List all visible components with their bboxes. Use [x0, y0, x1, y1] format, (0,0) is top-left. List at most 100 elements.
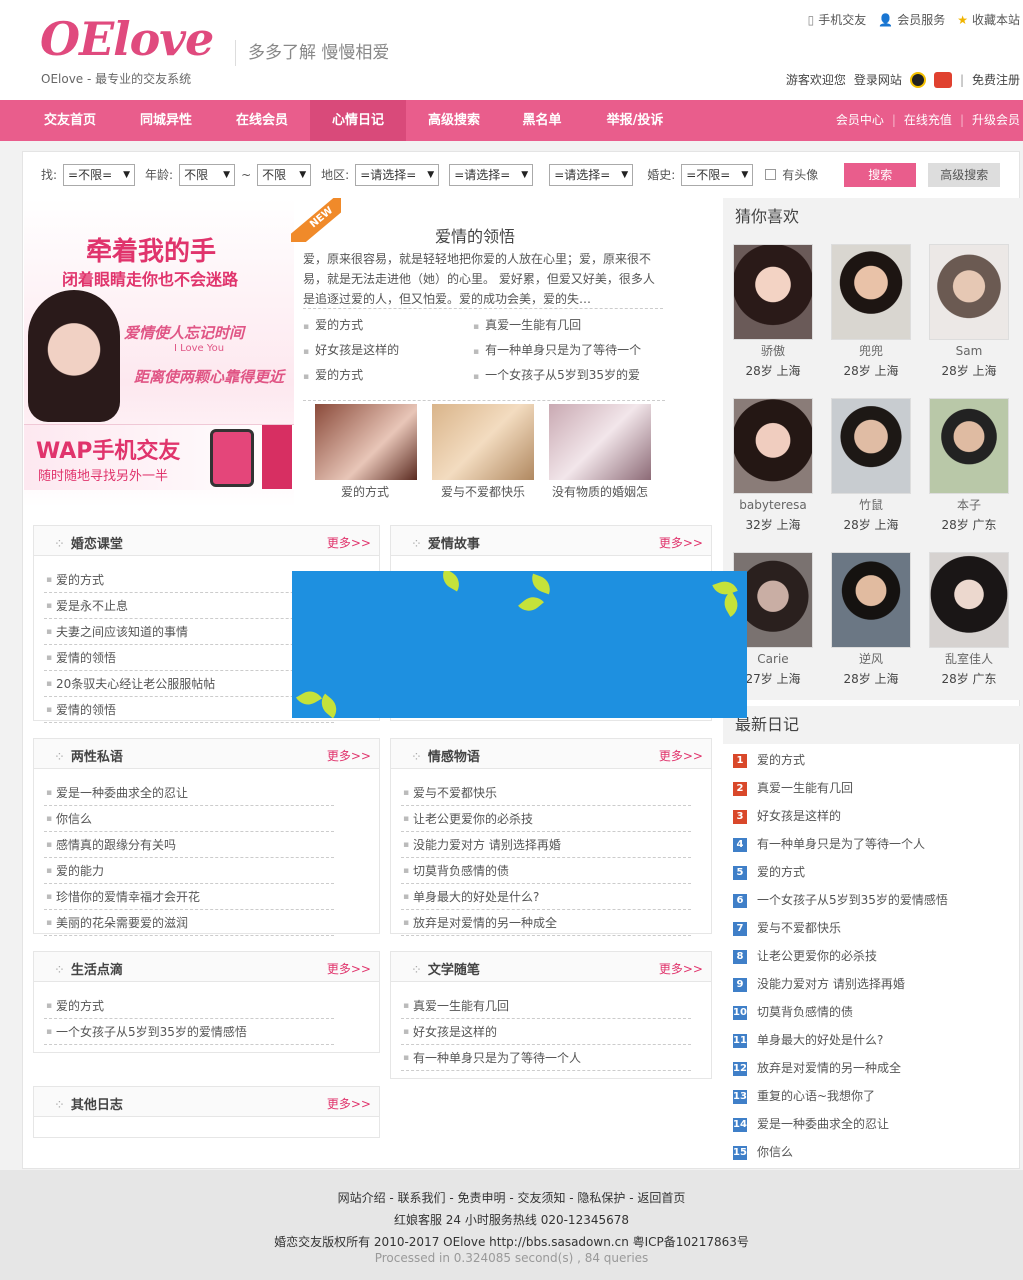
- list-item[interactable]: 爱与不爱都快乐: [401, 780, 691, 806]
- diary-title[interactable]: 爱的方式: [757, 865, 805, 879]
- avatar[interactable]: [733, 398, 813, 494]
- age-to-select[interactable]: 不限 ▼: [257, 163, 312, 186]
- avatar[interactable]: [733, 244, 813, 340]
- diary-title[interactable]: 你信么: [757, 1145, 793, 1159]
- list-item[interactable]: 放弃是对爱情的另一种成全: [401, 910, 691, 936]
- site-logo[interactable]: OElove: [40, 12, 214, 66]
- avatar[interactable]: [929, 398, 1009, 494]
- nav-advanced-search[interactable]: 高级搜索: [406, 100, 502, 141]
- nav-diary[interactable]: 心情日记: [310, 100, 406, 141]
- user-card[interactable]: babyteresa 32岁 上海: [729, 398, 817, 533]
- nav-blacklist[interactable]: 黑名单: [502, 100, 582, 141]
- avatar[interactable]: [831, 398, 911, 494]
- diary-item[interactable]: 12 放弃是对爱情的另一种成全: [733, 1054, 1013, 1082]
- member-service-link[interactable]: 👤 会员服务: [878, 11, 945, 28]
- thumb-caption[interactable]: 爱与不爱都快乐: [423, 483, 543, 500]
- diary-title[interactable]: 爱的方式: [757, 753, 805, 767]
- more-link[interactable]: 更多>>: [327, 960, 371, 977]
- list-item[interactable]: 爱的方式: [303, 366, 363, 383]
- list-item[interactable]: 让老公更爱你的必杀技: [401, 806, 691, 832]
- list-item[interactable]: 一个女孩子从5岁到35岁的爱: [473, 366, 640, 383]
- user-card[interactable]: 本子 28岁 广东: [925, 398, 1013, 533]
- user-card[interactable]: 乱室佳人 28岁 广东: [925, 552, 1013, 687]
- province-select[interactable]: =请选择= ▼: [355, 163, 440, 186]
- user-card[interactable]: 逆风 28岁 上海: [827, 552, 915, 687]
- avatar[interactable]: [929, 552, 1009, 648]
- user-name[interactable]: 本子: [925, 498, 1013, 512]
- thumb-caption[interactable]: 爱的方式: [305, 483, 425, 500]
- diary-title[interactable]: 切莫背负感情的债: [757, 1005, 853, 1019]
- list-item[interactable]: 爱是永不止息: [44, 593, 334, 619]
- avatar[interactable]: [929, 244, 1009, 340]
- user-card[interactable]: Sam 28岁 上海: [925, 244, 1013, 379]
- diary-item[interactable]: 5 爱的方式: [733, 858, 1013, 886]
- mobile-link[interactable]: ▯ 手机交友: [808, 11, 867, 28]
- thumb-image[interactable]: [432, 404, 534, 480]
- list-item[interactable]: 爱情的领悟: [44, 697, 334, 723]
- list-item[interactable]: 爱的方式: [44, 567, 334, 593]
- advanced-search-button[interactable]: 高级搜索: [928, 162, 1001, 187]
- city-select[interactable]: =请选择= ▼: [449, 163, 534, 186]
- list-item[interactable]: 你信么: [44, 806, 334, 832]
- list-item[interactable]: 爱的能力: [44, 858, 334, 884]
- diary-item[interactable]: 3 好女孩是这样的: [733, 802, 1013, 830]
- search-button[interactable]: 搜索: [844, 162, 917, 187]
- diary-title[interactable]: 好女孩是这样的: [757, 809, 841, 823]
- list-item[interactable]: 真爱一生能有几回: [401, 993, 691, 1019]
- list-item[interactable]: 切莫背负感情的债: [401, 858, 691, 884]
- diary-title[interactable]: 放弃是对爱情的另一种成全: [757, 1061, 901, 1075]
- user-name[interactable]: Sam: [925, 344, 1013, 358]
- diary-title[interactable]: 真爱一生能有几回: [757, 781, 853, 795]
- more-link[interactable]: 更多>>: [659, 960, 703, 977]
- member-center-link[interactable]: 会员中心: [836, 100, 884, 141]
- featured-title[interactable]: 爱情的领悟: [435, 223, 515, 247]
- list-item[interactable]: 有一种单身只是为了等待一个: [473, 341, 641, 358]
- user-name[interactable]: 逆风: [827, 652, 915, 666]
- weibo-icon[interactable]: [933, 71, 952, 88]
- list-item[interactable]: 爱的方式: [303, 316, 363, 333]
- list-item[interactable]: 有一种单身只是为了等待一个人: [401, 1045, 691, 1071]
- more-link[interactable]: 更多>>: [327, 534, 371, 551]
- user-name[interactable]: 骄傲: [729, 344, 817, 358]
- more-link[interactable]: 更多>>: [327, 747, 371, 764]
- diary-item[interactable]: 9 没能力爱对方 请别选择再婚: [733, 970, 1013, 998]
- list-item[interactable]: 单身最大的好处是什么?: [401, 884, 691, 910]
- avatar[interactable]: [831, 552, 911, 648]
- diary-item[interactable]: 7 爱与不爱都快乐: [733, 914, 1013, 942]
- diary-item[interactable]: 13 重复的心语~我想你了: [733, 1082, 1013, 1110]
- nav-local[interactable]: 同城异性: [118, 100, 214, 141]
- diary-title[interactable]: 爱是一种委曲求全的忍让: [757, 1117, 889, 1131]
- marriage-select[interactable]: =不限= ▼: [681, 163, 754, 186]
- nav-home[interactable]: 交友首页: [22, 100, 118, 141]
- list-item[interactable]: 20条驭夫心经让老公服服帖帖: [44, 671, 334, 697]
- diary-title[interactable]: 单身最大的好处是什么?: [757, 1033, 883, 1047]
- more-link[interactable]: 更多>>: [659, 534, 703, 551]
- user-name[interactable]: babyteresa: [729, 498, 817, 512]
- user-name[interactable]: 竹鼠: [827, 498, 915, 512]
- diary-title[interactable]: 有一种单身只是为了等待一个人: [757, 837, 925, 851]
- list-item[interactable]: 爱情的领悟: [44, 645, 334, 671]
- promo-banner[interactable]: 牵着我的手 闭着眼睛走你也不会迷路 爱情使人忘记时间 I Love You 距离…: [24, 198, 294, 507]
- diary-item[interactable]: 15 你信么: [733, 1138, 1013, 1166]
- has-photo-checkbox[interactable]: [765, 169, 777, 180]
- diary-title[interactable]: 让老公更爱你的必杀技: [757, 949, 877, 963]
- nav-online[interactable]: 在线会员: [214, 100, 310, 141]
- recharge-link[interactable]: 在线充值: [904, 100, 952, 141]
- user-card[interactable]: 骄傲 28岁 上海: [729, 244, 817, 379]
- more-link[interactable]: 更多>>: [659, 747, 703, 764]
- diary-title[interactable]: 没能力爱对方 请别选择再婚: [757, 977, 905, 991]
- age-from-select[interactable]: 不限 ▼: [179, 163, 236, 186]
- thumb-image[interactable]: [549, 404, 651, 480]
- list-item[interactable]: 没能力爱对方 请别选择再婚: [401, 832, 691, 858]
- list-item[interactable]: 珍惜你的爱情幸福才会开花: [44, 884, 334, 910]
- diary-item[interactable]: 6 一个女孩子从5岁到35岁的爱情感悟: [733, 886, 1013, 914]
- diary-title[interactable]: 重复的心语~我想你了: [757, 1089, 875, 1103]
- thumb-caption[interactable]: 没有物质的婚姻怎: [540, 483, 660, 500]
- user-card[interactable]: 竹鼠 28岁 上海: [827, 398, 915, 533]
- diary-item[interactable]: 10 切莫背负感情的债: [733, 998, 1013, 1026]
- user-card[interactable]: 兜兜 28岁 上海: [827, 244, 915, 379]
- user-name[interactable]: 乱室佳人: [925, 652, 1013, 666]
- nav-report[interactable]: 举报/投诉: [590, 100, 680, 141]
- diary-item[interactable]: 14 爱是一种委曲求全的忍让: [733, 1110, 1013, 1138]
- list-item[interactable]: 感情真的跟缘分有关吗: [44, 832, 334, 858]
